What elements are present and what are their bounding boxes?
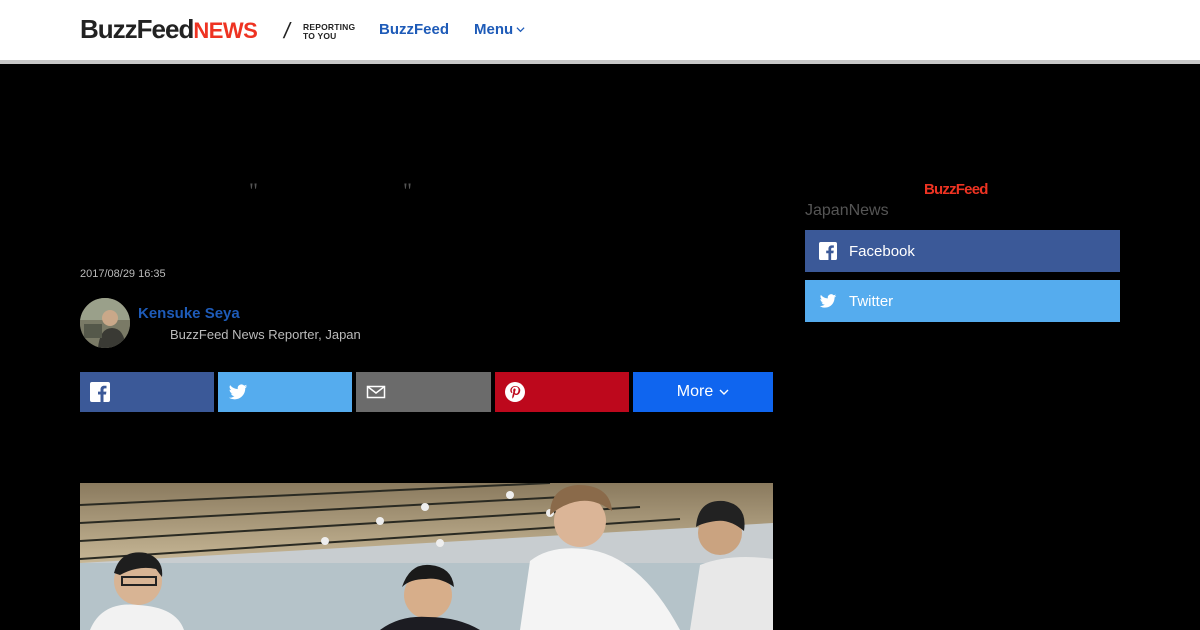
sidebar-facebook-label: Facebook [849, 242, 915, 260]
share-twitter-button[interactable] [218, 372, 352, 412]
chevron-down-icon [516, 27, 525, 33]
tagline-line2: TO YOU [303, 31, 337, 41]
site-header: BuzzFeed NEWS / REPORTING TO YOU BuzzFee… [0, 0, 1200, 60]
envelope-icon [366, 385, 386, 399]
share-facebook-button[interactable] [80, 372, 214, 412]
headline-quote-open: " [249, 178, 258, 203]
author-title: BuzzFeed News Reporter, Japan [170, 327, 361, 342]
article-hero-image [80, 483, 773, 630]
share-pinterest-button[interactable] [495, 372, 629, 412]
sidebar-label: JapanNews [805, 202, 889, 219]
author-name-link[interactable]: Kensuke Seya [138, 305, 240, 322]
nav-menu-button[interactable]: Menu [474, 21, 525, 38]
twitter-icon [819, 294, 837, 308]
logo-buzzfeed-text: BuzzFeed [80, 14, 194, 44]
logo-slash: / [281, 18, 293, 43]
sidebar-buzzfeed-logo: BuzzFeed [924, 181, 988, 198]
sidebar-facebook-button[interactable]: Facebook [805, 230, 1120, 272]
twitter-icon [228, 384, 248, 400]
share-more-button[interactable]: More [633, 372, 773, 412]
publish-date: 2017/08/29 16:35 [80, 268, 166, 280]
pinterest-icon [505, 382, 525, 402]
share-email-button[interactable] [356, 372, 491, 412]
headline-quote-close: " [403, 178, 412, 203]
chevron-down-icon [719, 389, 729, 395]
nav-menu-label: Menu [474, 21, 514, 38]
buzzfeed-news-logo[interactable]: BuzzFeed NEWS [80, 14, 258, 44]
tagline: REPORTING TO YOU [303, 23, 355, 41]
sidebar-twitter-button[interactable]: Twitter [805, 280, 1120, 322]
share-more-label: More [676, 383, 714, 400]
logo-news-text: NEWS [193, 18, 258, 43]
facebook-icon [90, 382, 110, 402]
share-bar: More [80, 372, 773, 412]
hero-photo [80, 483, 773, 630]
nav-buzzfeed-link[interactable]: BuzzFeed [379, 21, 449, 38]
author-avatar[interactable] [80, 298, 130, 348]
sidebar-twitter-label: Twitter [849, 292, 894, 310]
avatar-image [80, 298, 130, 348]
header-divider [0, 60, 1200, 64]
facebook-icon [819, 242, 837, 260]
